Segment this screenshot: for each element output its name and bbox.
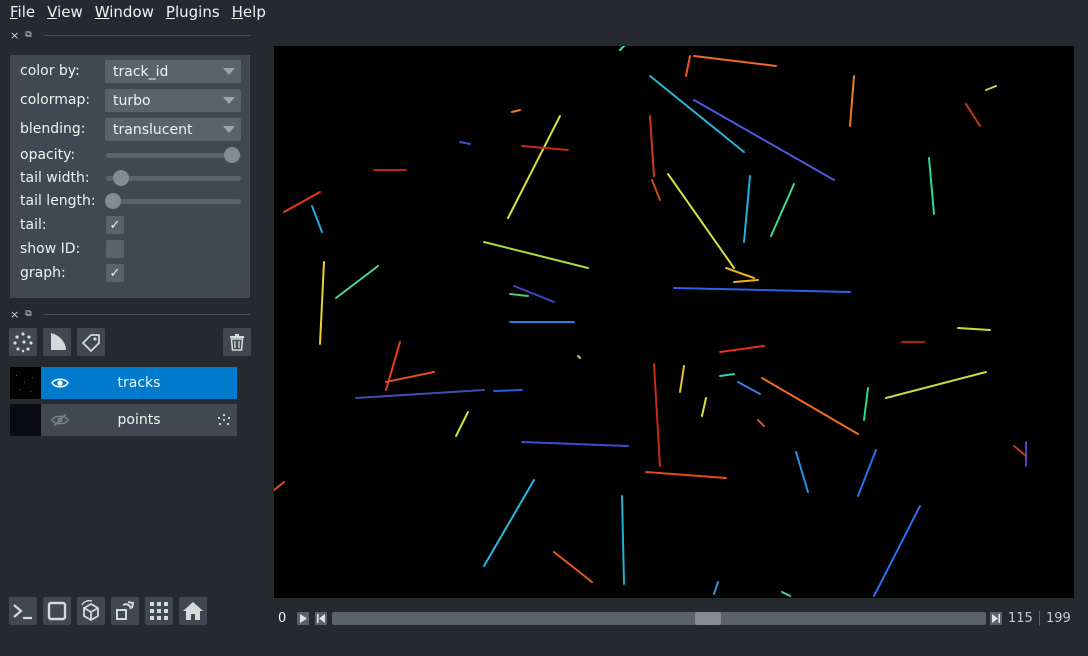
current-frame-label[interactable]: 115 [1008, 611, 1033, 626]
roll-dimensions-button[interactable] [77, 597, 105, 625]
frame-slider[interactable] [332, 612, 986, 625]
points-layer-type-icon [217, 413, 231, 431]
blending-label: blending: [20, 121, 86, 137]
new-labels-layer-button[interactable] [77, 328, 105, 356]
viewer-canvas[interactable] [274, 46, 1074, 598]
tail-length-slider-handle[interactable] [105, 193, 121, 209]
shapes-layer-icon [51, 333, 66, 350]
color-by-value: track_id [113, 63, 169, 80]
transpose-icon [116, 601, 135, 620]
delete-layer-icon [230, 334, 244, 351]
tracks-rendering [274, 46, 1027, 597]
grid-icon [150, 602, 168, 620]
transpose-button[interactable] [111, 597, 139, 625]
menu-window[interactable]: Window [89, 3, 160, 21]
tracks-thumbnail-icon [16, 375, 33, 392]
checkmark-icon: ✓ [109, 217, 121, 233]
tail-label: tail: [20, 217, 47, 233]
chevron-down-icon [223, 68, 235, 75]
dock-title-rule [43, 34, 250, 36]
points-layer-icon [217, 413, 231, 426]
play-icon [300, 614, 307, 623]
layer-controls-dock-title: × ⧉ [10, 29, 250, 41]
blending-value: translucent [113, 121, 193, 138]
tail-width-slider-handle[interactable] [113, 170, 130, 186]
labels-layer-icon [82, 334, 100, 352]
float-dock-icon[interactable]: ⧉ [25, 30, 31, 40]
frame-slider-handle[interactable] [694, 612, 721, 625]
colormap-value: turbo [113, 92, 151, 109]
ndisplay-icon [47, 601, 67, 621]
ndisplay-button[interactable] [43, 597, 71, 625]
colormap-dropdown[interactable]: turbo [105, 89, 241, 112]
cube-icon [81, 600, 99, 622]
new-shapes-layer-button[interactable] [43, 328, 71, 356]
tail-length-label: tail length: [20, 193, 96, 209]
tail-width-slider[interactable] [106, 170, 241, 186]
layer-list-dock-title: × ⧉ [10, 308, 250, 320]
close-dock-icon[interactable]: × [10, 309, 19, 320]
menu-file[interactable]: File [4, 3, 41, 21]
layer-item-points[interactable]: points [10, 404, 237, 436]
graph-label: graph: [20, 265, 66, 281]
layer-item-body[interactable]: points [41, 404, 237, 436]
delete-layer-button[interactable] [223, 328, 251, 356]
layer-item-tracks[interactable]: tracks [10, 367, 237, 399]
grid-view-button[interactable] [145, 597, 173, 625]
color-by-label: color by: [20, 63, 80, 79]
menu-plugins[interactable]: Plugins [160, 3, 226, 21]
blending-dropdown[interactable]: translucent [105, 118, 241, 141]
console-icon [13, 604, 32, 620]
home-icon [183, 602, 203, 620]
show-id-checkbox[interactable] [106, 240, 124, 258]
step-back-button[interactable] [315, 612, 327, 625]
opacity-slider-handle[interactable] [224, 147, 240, 163]
frame-separator [1039, 611, 1040, 626]
layer-name[interactable]: tracks [41, 375, 237, 391]
dock-title-rule [43, 313, 250, 315]
chevron-down-icon [223, 126, 235, 133]
tail-length-slider[interactable] [105, 193, 241, 209]
layer-thumbnail [10, 367, 41, 399]
home-button[interactable] [179, 597, 207, 625]
max-frame-label: 199 [1046, 611, 1071, 626]
console-button[interactable] [9, 597, 37, 625]
checkmark-icon: ✓ [109, 265, 121, 281]
opacity-label: opacity: [20, 147, 76, 163]
colormap-label: colormap: [20, 92, 91, 108]
menu-bar: File View Window Plugins Help [0, 0, 1088, 24]
play-button[interactable] [297, 612, 309, 625]
tail-row: tail: [20, 214, 47, 236]
step-back-icon [317, 614, 325, 623]
dims-slider-bar: 0 115 199 [274, 608, 1074, 630]
new-points-layer-button[interactable] [9, 328, 37, 356]
blending-row: blending: [20, 118, 86, 140]
frame-start-label: 0 [278, 611, 287, 626]
color-by-row: color by: [20, 60, 80, 82]
close-dock-icon[interactable]: × [10, 30, 19, 41]
float-dock-icon[interactable]: ⧉ [25, 309, 31, 319]
color-by-dropdown[interactable]: track_id [105, 60, 241, 83]
tail-checkbox[interactable]: ✓ [106, 216, 124, 234]
layer-controls-panel: color by: track_id colormap: turbo blend… [10, 55, 250, 298]
show-id-row: show ID: [20, 238, 80, 260]
points-layer-icon [13, 332, 33, 353]
show-id-label: show ID: [20, 241, 81, 257]
tail-width-row: tail width: [20, 167, 90, 189]
graph-row: graph: [20, 262, 66, 284]
step-forward-icon [992, 614, 1000, 623]
tail-width-label: tail width: [20, 170, 90, 186]
layer-thumbnail [10, 404, 41, 436]
menu-help[interactable]: Help [226, 3, 272, 21]
layer-item-body[interactable]: tracks [41, 367, 237, 399]
menu-view[interactable]: View [41, 3, 89, 21]
graph-checkbox[interactable]: ✓ [106, 264, 124, 282]
layer-name[interactable]: points [41, 412, 237, 428]
step-forward-button[interactable] [990, 612, 1002, 625]
colormap-row: colormap: [20, 89, 90, 111]
chevron-down-icon [223, 97, 235, 104]
opacity-row: opacity: [20, 144, 75, 166]
tail-length-row: tail length: [20, 190, 96, 212]
opacity-slider[interactable] [106, 147, 241, 163]
